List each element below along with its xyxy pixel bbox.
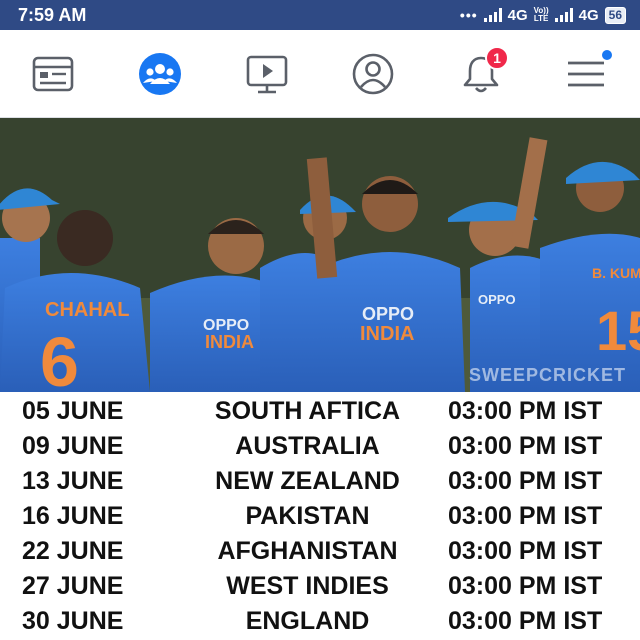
network-type-2: 4G [578, 6, 599, 24]
jersey-number-15: 15 [596, 299, 640, 362]
match-opponent: AUSTRALIA [235, 432, 380, 460]
notification-dots: ••• [459, 7, 478, 23]
match-opponent: AFGHANISTAN [217, 537, 398, 565]
nav-groups-button[interactable] [136, 50, 184, 98]
profile-icon [352, 53, 394, 95]
schedule-row: 16 JUNE PAKISTAN 03:00 PM IST [0, 499, 640, 534]
match-time: 03:00 PM IST [448, 397, 603, 425]
nav-bar: 1 [0, 30, 640, 118]
nav-news-feed-button[interactable] [29, 50, 77, 98]
jersey-sponsor-2: OPPO [362, 304, 414, 324]
match-date: 16 JUNE [22, 502, 124, 530]
jersey-country-1: INDIA [205, 332, 254, 352]
notification-badge: 1 [485, 46, 509, 70]
lte-label: LTE [533, 14, 549, 23]
nav-profile-button[interactable] [349, 50, 397, 98]
team-photo[interactable]: CHAHAL 6 OPPO INDIA OPPO INDIA OPPO B. K… [0, 118, 640, 392]
match-opponent: NEW ZEALAND [215, 467, 400, 495]
match-time: 03:00 PM IST [448, 537, 603, 565]
status-time: 7:59 AM [18, 4, 87, 25]
jersey-number-6: 6 [40, 323, 79, 392]
news-feed-icon [32, 56, 74, 92]
match-date: 05 JUNE [22, 397, 124, 425]
match-opponent: WEST INDIES [226, 572, 389, 600]
schedule-row: 09 JUNE AUSTRALIA 03:00 PM IST [0, 429, 640, 464]
schedule-row: 13 JUNE NEW ZEALAND 03:00 PM IST [0, 464, 640, 499]
jersey-sponsor-3: OPPO [478, 292, 516, 307]
jersey-name-chahal: CHAHAL [45, 299, 129, 321]
team-photo-illustration: CHAHAL 6 OPPO INDIA OPPO INDIA OPPO B. K… [0, 118, 640, 392]
status-indicators: ••• 4G Vo)) LTE 4G 56 [459, 6, 626, 24]
nav-watch-button[interactable] [243, 50, 291, 98]
menu-new-dot [600, 48, 614, 62]
schedule-row: 30 JUNE ENGLAND 03:00 PM IST [0, 604, 640, 639]
match-date: 13 JUNE [22, 467, 124, 495]
video-icon [246, 55, 288, 94]
network-type-1: 4G [507, 6, 528, 24]
match-time: 03:00 PM IST [448, 467, 603, 495]
match-opponent: ENGLAND [245, 607, 370, 635]
signal-icon-2 [554, 8, 573, 22]
match-time: 03:00 PM IST [448, 432, 603, 460]
match-schedule: 05 JUNE SOUTH AFTICA 03:00 PM IST 09 JUN… [0, 394, 640, 640]
match-date: 22 JUNE [22, 537, 124, 565]
signal-icon [483, 8, 502, 22]
groups-icon [139, 53, 181, 95]
match-time: 03:00 PM IST [448, 502, 603, 530]
battery-icon: 56 [604, 6, 626, 24]
schedule-row: 27 JUNE WEST INDIES 03:00 PM IST [0, 569, 640, 604]
schedule-row: 05 JUNE SOUTH AFTICA 03:00 PM IST [0, 394, 640, 429]
match-date: 09 JUNE [22, 432, 124, 460]
jersey-name-bkumar: B. KUMAR [592, 265, 640, 281]
nav-notifications-button[interactable]: 1 [457, 46, 509, 98]
status-bar: 7:59 AM ••• 4G Vo)) LTE 4G 56 [0, 0, 640, 30]
match-date: 30 JUNE [22, 607, 124, 635]
match-time: 03:00 PM IST [448, 607, 603, 635]
photo-watermark: SWEEPCRICKET [468, 365, 626, 385]
match-date: 27 JUNE [22, 572, 124, 600]
jersey-country-2: INDIA [360, 323, 414, 345]
match-time: 03:00 PM IST [448, 572, 603, 600]
match-opponent: PAKISTAN [245, 502, 370, 530]
schedule-row: 22 JUNE AFGHANISTAN 03:00 PM IST [0, 534, 640, 569]
nav-menu-button[interactable] [562, 48, 614, 98]
volte-indicator: Vo)) LTE [534, 7, 549, 23]
match-opponent: SOUTH AFTICA [214, 397, 401, 425]
